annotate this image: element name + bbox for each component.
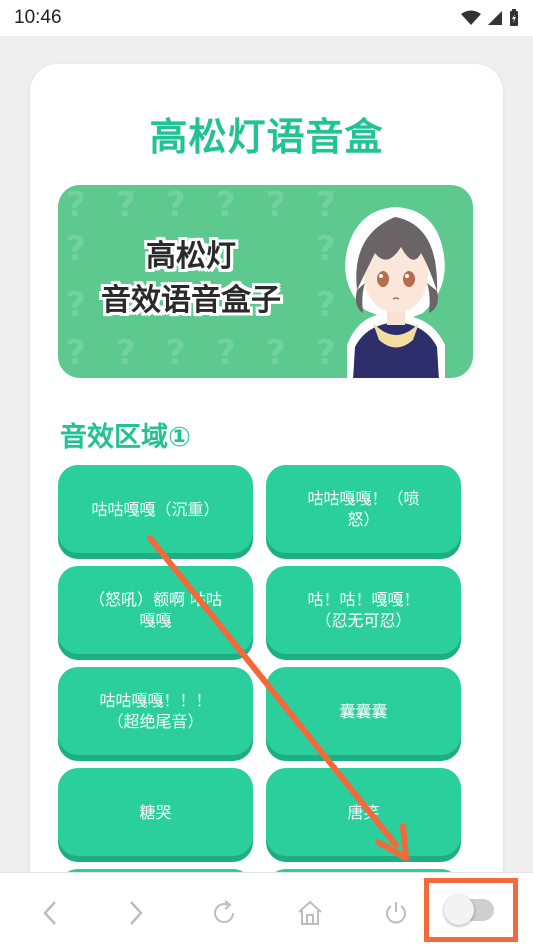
sound-button-2[interactable]: 咕咕嘎嘎！（喷 怒）: [266, 465, 461, 553]
banner-line-1: 高松灯: [146, 239, 236, 274]
wifi-icon: [461, 10, 481, 25]
sound-button-4[interactable]: 咕！咕！嘎嘎！ （忍无可忍）: [266, 566, 461, 654]
toggle-highlight: [424, 878, 518, 942]
page-title: 高松灯语音盒: [149, 115, 384, 159]
banner-title: 高松灯 音效语音盒子: [76, 235, 306, 323]
sound-button-8[interactable]: 唐笑: [266, 768, 461, 856]
forward-icon: [130, 901, 143, 925]
status-icons: [461, 9, 519, 27]
status-time: 10:46: [14, 7, 62, 28]
main-card: 高松灯语音盒 ? ? ? ? ? ? ? ? ? ? ? ? ? ? ? ? 高…: [30, 64, 503, 904]
signal-icon: [488, 11, 502, 25]
sound-button-7[interactable]: 糖哭: [58, 768, 253, 856]
refresh-button[interactable]: [204, 893, 244, 933]
sound-button-1[interactable]: 咕咕嘎嘎（沉重）: [58, 465, 253, 553]
sound-button-5[interactable]: 咕咕嘎嘎！！！ （超绝尾音）: [58, 667, 253, 755]
power-button[interactable]: [376, 893, 416, 933]
home-icon: [298, 900, 322, 925]
refresh-icon: [214, 900, 235, 924]
power-icon: [386, 902, 406, 924]
character-avatar: [345, 207, 445, 378]
home-button[interactable]: [290, 893, 330, 933]
section-title: 音效区域①: [60, 422, 191, 453]
toggle-knob: [444, 895, 474, 925]
battery-icon: [510, 9, 518, 26]
bottom-nav: [0, 872, 533, 947]
forward-button[interactable]: [116, 893, 156, 933]
banner-line-2: 音效语音盒子: [101, 283, 281, 318]
toggle-switch[interactable]: [444, 895, 494, 925]
back-icon: [43, 901, 56, 925]
back-button[interactable]: [30, 893, 70, 933]
status-bar: 10:46: [0, 0, 533, 36]
banner: ? ? ? ? ? ? ? ? ? ? ? ? ? ? ? ? 高松灯 音效语音…: [58, 185, 473, 378]
sound-button-3[interactable]: （怒吼）额啊 咕咕 嘎嘎: [58, 566, 253, 654]
sound-button-6[interactable]: 囊囊囊: [266, 667, 461, 755]
